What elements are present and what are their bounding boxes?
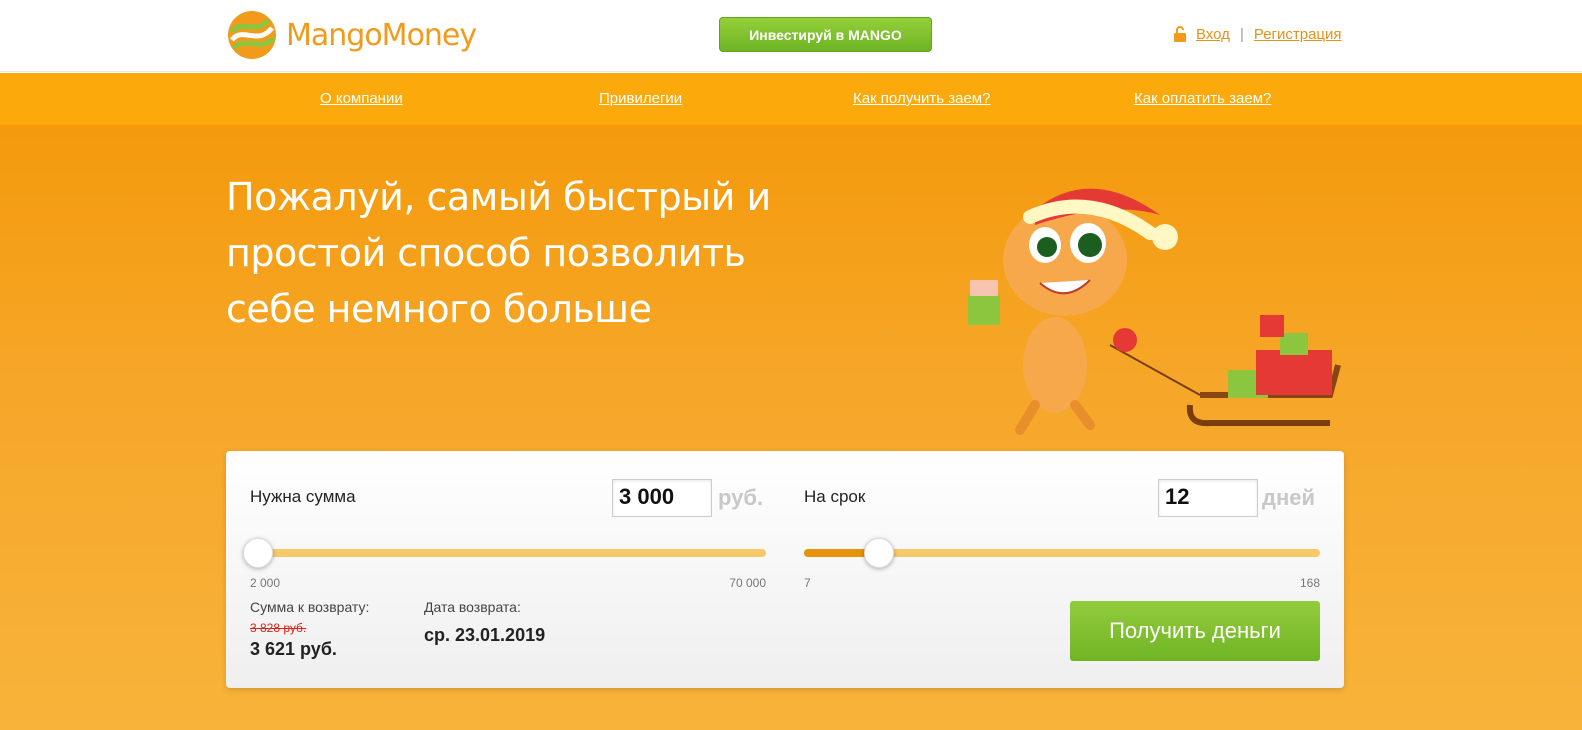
amount-unit: руб. (718, 485, 764, 510)
repay-date: Дата возврата: ср. 23.01.2019 (424, 599, 545, 646)
amount-min: 2 000 (250, 576, 281, 590)
amount-input[interactable]: 3 000 (612, 479, 712, 517)
repay-old-amount: 3 828 руб. (250, 621, 307, 635)
repay-amount: 3 621 руб. (250, 639, 337, 659)
logo-text: MangoMoney (286, 17, 477, 53)
login-link[interactable]: Вход (1196, 26, 1230, 43)
repay-summary: Сумма к возврату: 3 828 руб. 3 621 руб. (250, 599, 369, 660)
register-link[interactable]: Регистрация (1254, 26, 1342, 43)
header: MangoMoney Инвестируй в MANGO Вход | Рег… (0, 0, 1582, 72)
term-label: На срок (804, 487, 866, 506)
auth-links: Вход | Регистрация (1172, 26, 1342, 43)
term-slider-thumb[interactable] (863, 538, 894, 568)
headline-line: себе немного больше (226, 287, 652, 331)
loan-calculator: Нужна сумма 3 000 руб. 2 000 70 000 На с… (226, 451, 1344, 688)
cat-with-sled-illustration (968, 188, 1341, 435)
amount-max: 70 000 (729, 576, 766, 590)
date-label: Дата возврата: (424, 599, 521, 615)
get-money-button[interactable]: Получить деньги (1070, 601, 1320, 661)
headline-line: простой способ позволить (226, 231, 746, 275)
logo[interactable]: MangoMoney (226, 10, 477, 60)
amount-label: Нужна сумма (250, 487, 356, 506)
date-value: ср. 23.01.2019 (424, 625, 546, 645)
term-input[interactable]: 12 (1158, 479, 1258, 517)
invest-button[interactable]: Инвестируй в MANGO (719, 17, 932, 52)
hero: Пожалуй, самый быстрый и простой способ … (0, 125, 1582, 730)
headline-line: Пожалуй, самый быстрый и (226, 175, 771, 219)
auth-separator: | (1239, 26, 1244, 43)
term-max: 168 (1299, 576, 1320, 590)
nav-item-how-to-pay[interactable]: Как оплатить заем? (1134, 90, 1271, 107)
term-slider-track[interactable] (804, 538, 1320, 568)
hero-headline: Пожалуй, самый быстрый и простой способ … (226, 169, 786, 337)
term-min: 7 (804, 576, 811, 590)
repay-label: Сумма к возврату: (250, 599, 370, 615)
nav-item-about[interactable]: О компании (320, 90, 403, 107)
main-nav: О компании Привилегии Как получить заем?… (0, 73, 1582, 125)
lock-icon (1174, 26, 1186, 42)
term-unit: дней (1262, 485, 1316, 510)
nav-item-how-to-get[interactable]: Как получить заем? (853, 90, 990, 107)
amount-slider-track[interactable] (242, 538, 766, 568)
nav-item-privileges[interactable]: Привилегии (599, 90, 682, 107)
amount-slider-thumb[interactable] (242, 538, 273, 568)
mango-logo-icon (228, 11, 276, 59)
